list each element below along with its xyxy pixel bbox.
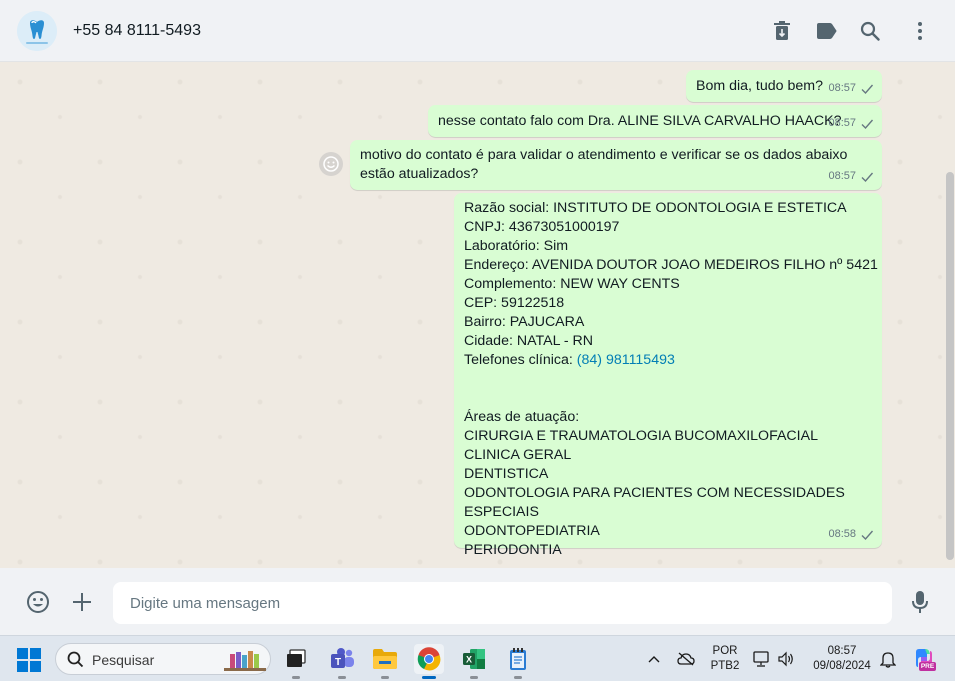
contact-name[interactable]: +55 84 8111-5493 [73, 22, 201, 40]
message-text: nesse contato falo com Dra. ALINE SILVA … [438, 113, 842, 129]
microphone-icon[interactable] [907, 589, 933, 615]
taskbar-file-explorer[interactable] [370, 644, 400, 679]
message-text: motivo do contato é para validar o atend… [360, 147, 848, 182]
copilot-icon[interactable]: PRE [912, 647, 936, 671]
sent-check-icon [861, 172, 874, 182]
network-ethernet-icon[interactable] [752, 650, 770, 668]
taskbar-teams[interactable]: T [327, 644, 357, 679]
notification-bell-icon[interactable] [879, 650, 897, 668]
onedrive-offline-icon[interactable] [677, 650, 695, 668]
message-meta: 08:57 [828, 114, 874, 133]
message-text: Razão social: INSTITUTO DE ODONTOLOGIA E… [464, 199, 882, 560]
search-icon [67, 651, 84, 668]
message-input[interactable] [113, 582, 892, 624]
message-time: 08:58 [828, 528, 856, 540]
emoji-icon[interactable] [25, 589, 51, 615]
books-decoration-icon [224, 651, 266, 671]
taskbar-search[interactable]: Pesquisar [55, 643, 271, 675]
label-tag-icon[interactable] [814, 19, 838, 43]
outgoing-message[interactable]: nesse contato falo com Dra. ALINE SILVA … [428, 105, 882, 137]
menu-kebab-icon[interactable] [908, 19, 932, 43]
message-meta: 08:57 [828, 79, 874, 98]
message-meta: 08:58 [828, 525, 874, 544]
message-time: 08:57 [828, 82, 856, 94]
message-time: 08:57 [828, 170, 856, 182]
attach-plus-icon[interactable] [69, 589, 95, 615]
app-indicator [470, 676, 478, 679]
volume-speaker-icon[interactable] [777, 650, 795, 668]
message-meta: 08:57 [828, 167, 874, 186]
search-label: Pesquisar [92, 652, 155, 668]
react-emoji-icon[interactable] [319, 152, 343, 176]
language-code: POR [712, 645, 738, 657]
clock-date: 09/08/2024 [813, 660, 871, 672]
keyboard-layout: PTB2 [710, 660, 740, 672]
app-indicator [422, 676, 436, 679]
input-language[interactable]: POR PTB2 [707, 644, 743, 674]
practice-areas-text: Áreas de atuação: CIRURGIA E TRAUMATOLOG… [464, 409, 845, 558]
windows-taskbar: Pesquisar T X POR PTB2 08:57 09/08/2024 … [0, 635, 955, 681]
search-icon[interactable] [858, 19, 882, 43]
chat-scrollbar[interactable] [946, 172, 954, 560]
sent-check-icon [861, 530, 874, 540]
message-text: Bom dia, tudo bem? [696, 78, 823, 94]
outgoing-message[interactable]: Bom dia, tudo bem? 08:57 [686, 70, 882, 102]
phone-link[interactable]: (84) 981115493 [577, 352, 675, 368]
company-details-text: Razão social: INSTITUTO DE ODONTOLOGIA E… [464, 200, 878, 368]
app-indicator [381, 676, 389, 679]
taskbar-excel[interactable]: X [459, 644, 489, 679]
taskbar-chrome[interactable] [414, 644, 444, 679]
system-clock[interactable]: 08:57 09/08/2024 [806, 644, 878, 674]
compose-bar [0, 568, 955, 635]
chat-header: +55 84 8111-5493 [0, 0, 955, 62]
windows-start-icon[interactable] [17, 648, 41, 672]
delete-icon[interactable] [770, 19, 794, 43]
svg-text:X: X [466, 655, 472, 665]
app-indicator [338, 676, 346, 679]
clock-time: 08:57 [827, 645, 857, 657]
app-indicator [292, 676, 300, 679]
chat-messages-area[interactable]: Bom dia, tudo bem? 08:57 nesse contato f… [0, 62, 955, 568]
app-indicator [514, 676, 522, 679]
chevron-up-icon[interactable] [645, 650, 663, 668]
taskbar-notepad[interactable] [503, 644, 533, 679]
svg-text:T: T [335, 657, 341, 668]
sent-check-icon [861, 84, 874, 94]
message-time: 08:57 [828, 117, 856, 129]
sent-check-icon [861, 119, 874, 129]
tooth-logo-icon [17, 11, 57, 51]
taskbar-task-view[interactable] [281, 644, 311, 679]
outgoing-message[interactable]: Razão social: INSTITUTO DE ODONTOLOGIA E… [454, 193, 882, 557]
preview-badge: PRE [919, 662, 936, 671]
outgoing-message[interactable]: motivo do contato é para validar o atend… [350, 140, 882, 190]
contact-avatar[interactable] [17, 11, 57, 51]
